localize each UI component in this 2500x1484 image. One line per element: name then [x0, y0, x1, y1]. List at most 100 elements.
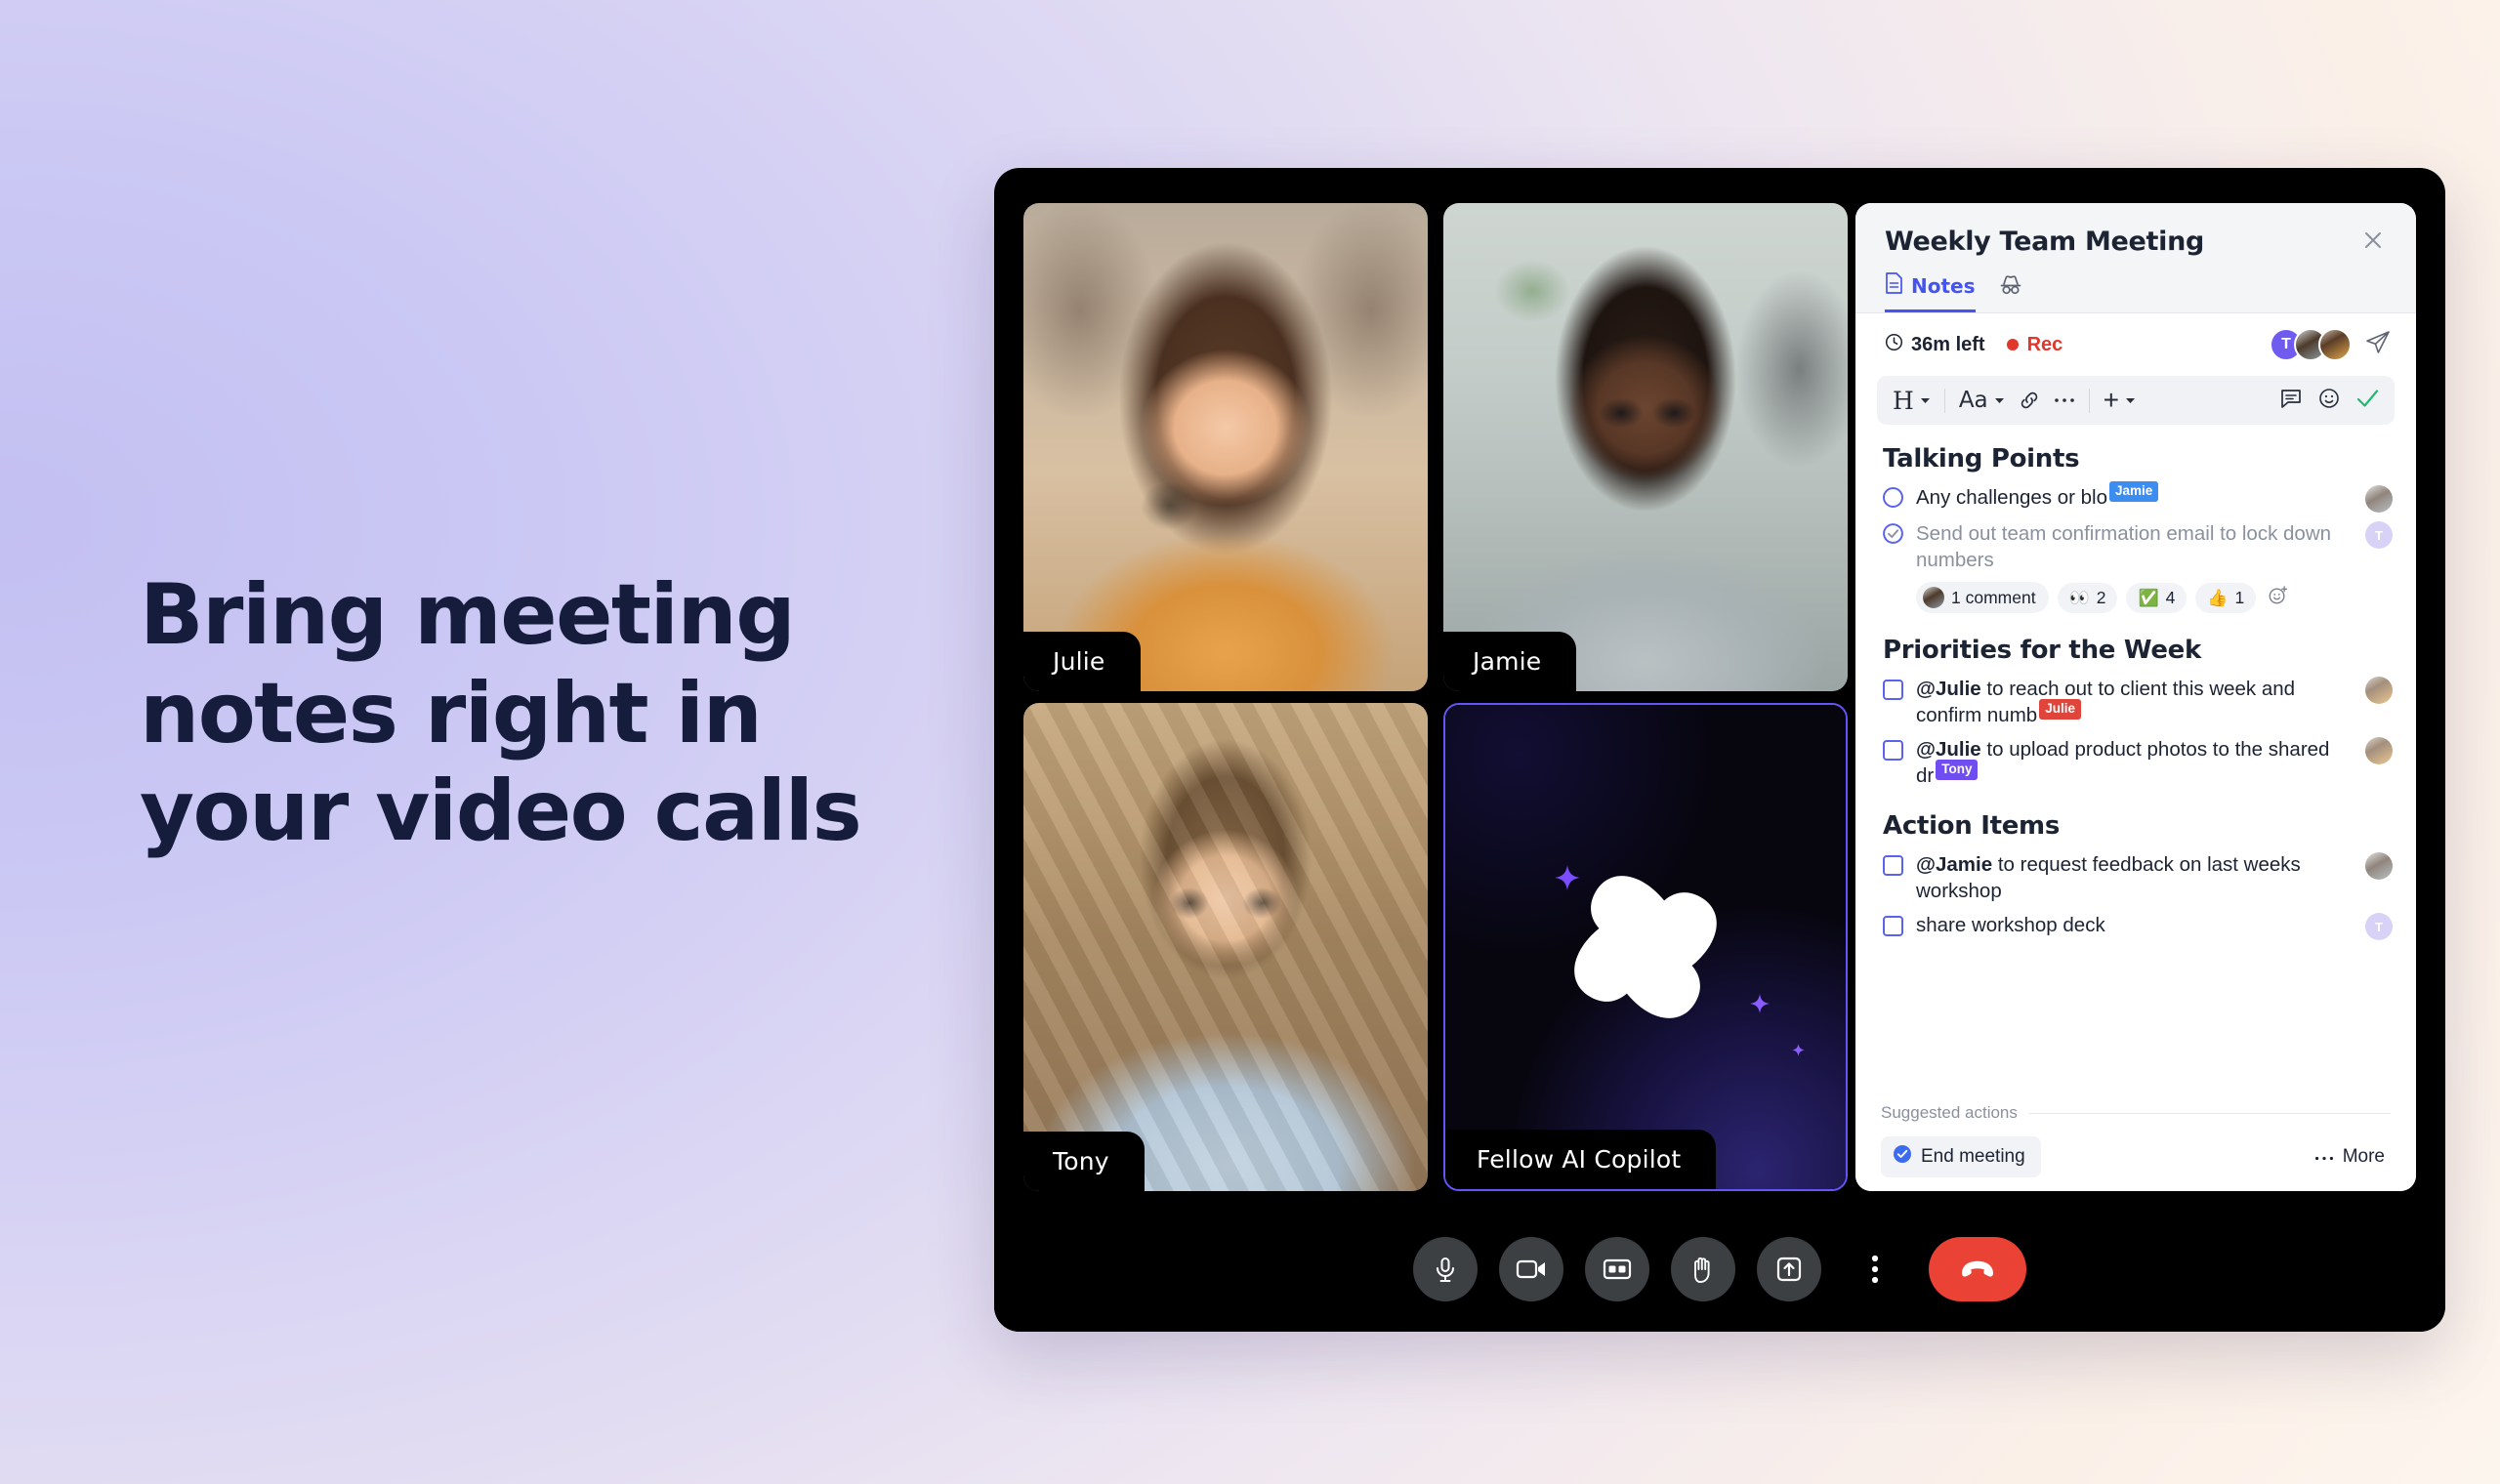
- font-label: Aa: [1958, 388, 1988, 413]
- toolbar-right-cluster: [2280, 388, 2379, 414]
- notes-panel-header: Weekly Team Meeting Notes: [1855, 203, 2416, 313]
- heading-style-dropdown[interactable]: H: [1893, 387, 1931, 415]
- attendee-avatars[interactable]: T: [2270, 328, 2352, 361]
- square-checkbox-icon[interactable]: [1883, 679, 1903, 700]
- ellipsis-icon[interactable]: [2054, 396, 2075, 404]
- toolbar-divider: [2088, 388, 2090, 413]
- plus-icon: +: [2103, 385, 2119, 415]
- participant-name-ai-copilot: Fellow AI Copilot: [1445, 1130, 1717, 1189]
- font-style-dropdown[interactable]: Aa: [1959, 388, 2005, 413]
- fellow-logo-icon: [1548, 849, 1743, 1045]
- add-reaction-icon[interactable]: [2265, 582, 2291, 614]
- hang-up-icon[interactable]: [1929, 1237, 2026, 1301]
- square-checkbox-icon[interactable]: [1883, 916, 1903, 936]
- time-remaining: 36m left: [1885, 333, 1985, 357]
- reaction-chip-thumbsup[interactable]: 👍 1: [2195, 582, 2257, 613]
- reaction-chip-eyes[interactable]: 👀 2: [2057, 582, 2118, 613]
- suggested-actions-label: Suggested actions: [1881, 1103, 2018, 1122]
- meeting-meta-row: 36m left Rec T: [1855, 313, 2416, 374]
- clock-icon: [1885, 333, 1903, 357]
- comment-count-label: 1 comment: [1951, 587, 2036, 607]
- video-tile-tony[interactable]: Tony: [1023, 703, 1428, 1191]
- reaction-count: 2: [2096, 587, 2106, 607]
- participant-name-jamie: Jamie: [1443, 632, 1577, 691]
- insert-dropdown[interactable]: +: [2104, 387, 2136, 414]
- ellipsis-icon: [2314, 1146, 2334, 1168]
- comment-icon[interactable]: [2280, 388, 2302, 414]
- editor-toolbar: H Aa +: [1877, 376, 2395, 425]
- video-tile-ai-copilot[interactable]: Fellow AI Copilot: [1443, 703, 1848, 1191]
- list-item-text: share workshop deck: [1916, 914, 2105, 936]
- notes-content[interactable]: Talking Points Any challenges or blo Jami…: [1855, 425, 2416, 1191]
- meeting-title: Weekly Team Meeting: [1885, 227, 2205, 257]
- more-vertical-icon[interactable]: [1843, 1237, 1907, 1301]
- tab-notes[interactable]: Notes: [1885, 272, 1976, 312]
- emoji-icon[interactable]: [2318, 388, 2340, 414]
- item-avatar: T: [2365, 521, 2393, 549]
- square-checkbox-icon[interactable]: [1883, 740, 1903, 761]
- call-controls-bar: [994, 1207, 2445, 1332]
- hero-copy: Bring meeting notes right in your video …: [140, 566, 999, 861]
- list-item-text: @Julie to reach out to client this week …: [1916, 676, 2345, 729]
- participant-name-julie: Julie: [1023, 632, 1141, 691]
- notes-panel: Weekly Team Meeting Notes 36m left Rec T…: [1855, 203, 2416, 1191]
- heading-label: H: [1893, 386, 1914, 415]
- headline-line-1: Bring meeting: [140, 566, 796, 664]
- item-text-body: Any challenges or blo: [1916, 486, 2108, 509]
- raised-hand-icon[interactable]: [1671, 1237, 1735, 1301]
- sparkle-icon-tiny: [1792, 1044, 1805, 1056]
- end-meeting-label: End meeting: [1921, 1146, 2025, 1167]
- chevron-down-icon: [1994, 392, 2005, 409]
- check-circle-icon: [1893, 1144, 1912, 1170]
- section-title: Talking Points: [1883, 444, 2080, 474]
- more-actions-label: More: [2342, 1146, 2385, 1167]
- present-screen-icon[interactable]: [1757, 1237, 1821, 1301]
- participant-video-tony: [1023, 703, 1428, 1191]
- list-item[interactable]: Any challenges or blo Jamie: [1883, 481, 2393, 513]
- checkmark-icon[interactable]: [2356, 389, 2379, 413]
- link-icon[interactable]: [2019, 390, 2040, 411]
- chevron-down-icon: [2125, 392, 2136, 409]
- square-checkbox-icon[interactable]: [1883, 854, 1903, 876]
- video-tile-jamie[interactable]: Jamie: [1443, 203, 1848, 691]
- video-camera-icon[interactable]: [1499, 1237, 1563, 1301]
- video-call-window: Julie Jamie Tony Fellow AI Copilot Weekl…: [994, 168, 2445, 1332]
- mic-icon[interactable]: [1413, 1237, 1478, 1301]
- toolbar-divider: [1943, 388, 1945, 413]
- list-item[interactable]: @Jamie to request feedback on last weeks…: [1883, 851, 2393, 905]
- item-avatar: T: [2365, 913, 2393, 940]
- suggested-actions-bar: Suggested actions End meeting More: [1855, 1103, 2416, 1191]
- recording-label: Rec: [2026, 333, 2063, 355]
- item-avatar: [2365, 676, 2393, 704]
- item-avatar: [2365, 851, 2393, 880]
- list-item[interactable]: share workshop deck T: [1883, 912, 2393, 940]
- reaction-count: 4: [2165, 587, 2176, 607]
- end-meeting-button[interactable]: End meeting: [1881, 1136, 2041, 1177]
- mention[interactable]: @Julie: [1916, 738, 1981, 761]
- mention[interactable]: @Julie: [1916, 678, 1981, 700]
- circle-checked-icon[interactable]: [1883, 523, 1903, 549]
- participant-name-tony: Tony: [1023, 1132, 1145, 1191]
- close-icon[interactable]: [2359, 227, 2387, 254]
- reaction-bar: 1 comment 👀 2 ✅ 4 👍 1: [1916, 582, 2393, 614]
- list-item[interactable]: Send out team confirmation email to lock…: [1883, 520, 2393, 574]
- recording-indicator[interactable]: Rec: [2006, 333, 2063, 356]
- list-item-text: @Julie to upload product photos to the s…: [1916, 736, 2345, 790]
- mention[interactable]: @Jamie: [1916, 853, 1992, 876]
- meta-right-cluster: T: [2270, 328, 2391, 361]
- sparkle-icon-small: [1750, 994, 1770, 1013]
- section-title: Action Items: [1883, 810, 2061, 841]
- circle-checkbox-icon[interactable]: [1883, 487, 1903, 508]
- list-item[interactable]: @Julie to reach out to client this week …: [1883, 676, 2393, 729]
- tab-incognito[interactable]: [1999, 274, 2022, 311]
- send-icon[interactable]: [2365, 330, 2391, 360]
- check-emoji-icon: ✅: [2138, 588, 2159, 607]
- list-item[interactable]: @Julie to upload product photos to the s…: [1883, 736, 2393, 790]
- more-actions-button[interactable]: More: [2309, 1138, 2391, 1175]
- eyes-emoji-icon: 👀: [2068, 588, 2090, 607]
- closed-captions-icon[interactable]: [1585, 1237, 1649, 1301]
- time-remaining-label: 36m left: [1911, 333, 1985, 355]
- comment-chip[interactable]: 1 comment: [1916, 582, 2049, 613]
- reaction-chip-check[interactable]: ✅ 4: [2126, 582, 2188, 613]
- video-tile-julie[interactable]: Julie: [1023, 203, 1428, 691]
